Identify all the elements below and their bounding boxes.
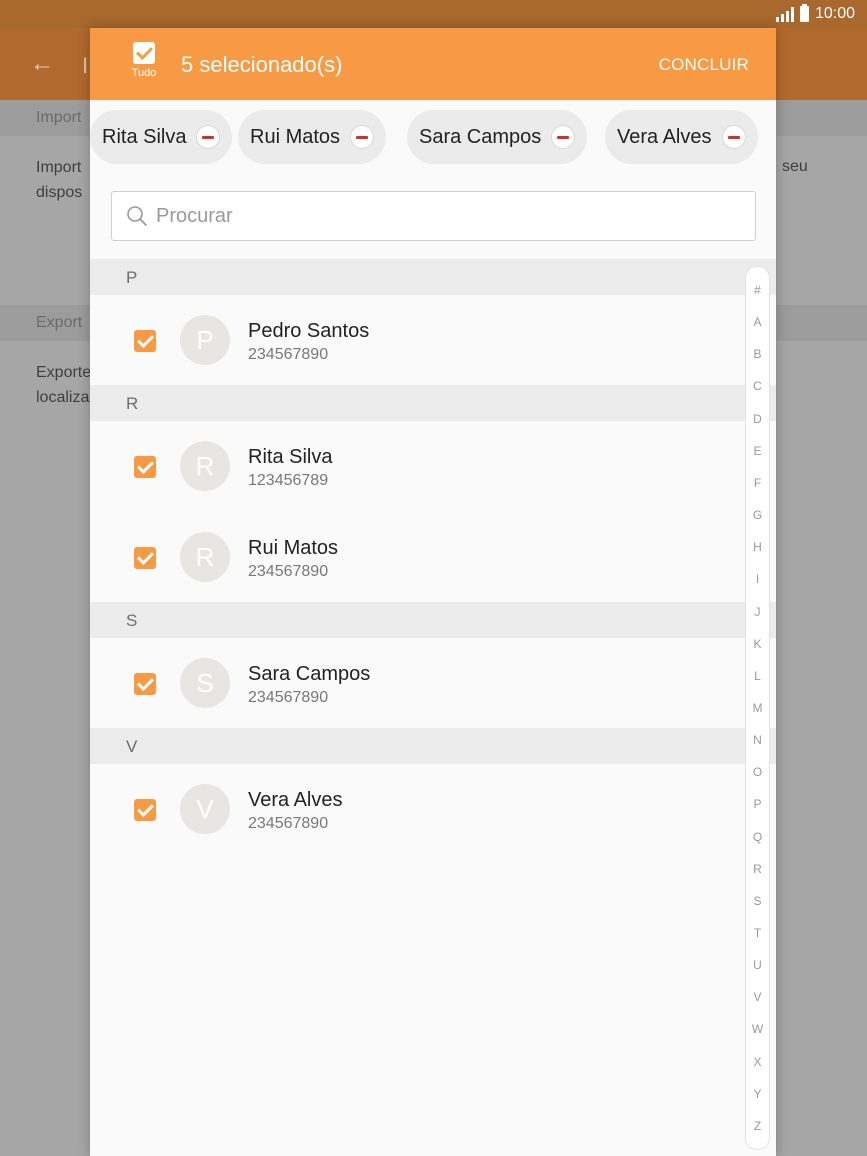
contact-name: Vera Alves: [248, 789, 343, 811]
index-letter-r[interactable]: R: [746, 862, 769, 876]
selected-count-title: 5 selecionado(s): [181, 52, 343, 77]
index-letter-i[interactable]: I: [746, 572, 769, 586]
search-icon: [127, 206, 147, 226]
contact-phone: 234567890: [248, 346, 329, 363]
index-letter-d[interactable]: D: [746, 412, 769, 426]
index-letter-hash[interactable]: #: [746, 283, 769, 297]
contact-checkbox[interactable]: [134, 799, 156, 821]
index-letter-o[interactable]: O: [746, 765, 769, 779]
contact-name: Rui Matos: [248, 537, 339, 559]
background-title: I: [82, 53, 89, 78]
section-header-v: V: [90, 728, 776, 764]
index-letter-m[interactable]: M: [746, 701, 769, 715]
signal-icon: [775, 6, 794, 22]
contact-checkbox[interactable]: [134, 673, 156, 695]
avatar: P: [180, 315, 230, 365]
index-letter-w[interactable]: W: [746, 1022, 769, 1036]
avatar: V: [180, 784, 230, 834]
back-arrow-icon: ←: [30, 50, 54, 77]
index-letter-k[interactable]: K: [746, 637, 769, 651]
avatar: R: [180, 441, 230, 491]
index-letter-b[interactable]: B: [746, 347, 769, 361]
avatar: S: [180, 658, 230, 708]
contact-checkbox[interactable]: [134, 456, 156, 478]
index-letter-e[interactable]: E: [746, 444, 769, 458]
remove-icon[interactable]: [551, 125, 576, 149]
remove-icon[interactable]: [196, 125, 221, 149]
avatar: R: [180, 532, 230, 582]
contact-name: Sara Campos: [248, 663, 371, 685]
index-letter-f[interactable]: F: [746, 476, 769, 490]
index-letter-u[interactable]: U: [746, 958, 769, 972]
contact-row-rui-matos[interactable]: R Rui Matos 234567890: [90, 512, 745, 602]
select-all-label: Tudo: [131, 67, 157, 79]
contact-row-sara-campos[interactable]: S Sara Campos 234567890: [90, 638, 745, 728]
chip-label: Vera Alves: [617, 125, 712, 148]
background-import-text: Import dispos: [36, 159, 83, 201]
background-export-text: Exporte localiza: [36, 364, 92, 406]
index-letter-c[interactable]: C: [746, 379, 769, 393]
contact-phone: 234567890: [248, 815, 329, 832]
index-letter-q[interactable]: Q: [746, 830, 769, 844]
index-letter-j[interactable]: J: [746, 605, 769, 619]
contact-row-rita-silva[interactable]: R Rita Silva 123456789: [90, 421, 745, 511]
contact-picker-dialog: Tudo 5 selecionado(s) CONCLUIR Rita Silv…: [90, 28, 776, 1156]
contact-row-pedro-santos[interactable]: P Pedro Santos 234567890: [90, 295, 745, 385]
contact-phone: 234567890: [248, 563, 329, 580]
contact-phone: 234567890: [248, 689, 329, 706]
index-letter-l[interactable]: L: [746, 669, 769, 683]
selected-chips-bar: Rita Silva Rui Matos Sara Campos Vera Al…: [90, 100, 776, 187]
chip-rita-silva[interactable]: Rita Silva: [90, 110, 233, 164]
chip-sara-campos[interactable]: Sara Campos: [407, 110, 588, 164]
index-letter-y[interactable]: Y: [746, 1087, 769, 1101]
background-import-text-right: seu: [782, 158, 808, 175]
chip-label: Rita Silva: [102, 125, 187, 148]
contact-checkbox[interactable]: [134, 330, 156, 352]
search-input[interactable]: [156, 204, 736, 228]
checkbox-checked-icon: [133, 42, 155, 64]
index-letter-s[interactable]: S: [746, 894, 769, 908]
section-header-r: R: [90, 385, 776, 421]
status-bar: 10:00: [0, 0, 867, 28]
contact-checkbox[interactable]: [134, 547, 156, 569]
index-letter-g[interactable]: G: [746, 508, 769, 522]
dialog-header: Tudo 5 selecionado(s) CONCLUIR: [90, 28, 776, 100]
contact-name: Pedro Santos: [248, 320, 370, 342]
chip-vera-alves[interactable]: Vera Alves: [605, 110, 758, 164]
chip-label: Rui Matos: [250, 125, 341, 148]
remove-icon[interactable]: [350, 125, 375, 149]
contact-name: Rita Silva: [248, 446, 333, 468]
chip-rui-matos[interactable]: Rui Matos: [238, 110, 387, 164]
section-header-p: P: [90, 259, 776, 295]
index-letter-z[interactable]: Z: [746, 1119, 769, 1133]
alphabet-index-scroller[interactable]: # A B C D E F G H I J K L M N O P Q R S T U V W X Y Z: [745, 266, 770, 1150]
chip-label: Sara Campos: [419, 125, 542, 148]
contact-phone: 123456789: [248, 472, 329, 489]
index-letter-n[interactable]: N: [746, 733, 769, 747]
contact-row-vera-alves[interactable]: V Vera Alves 234567890: [90, 764, 745, 854]
select-all-checkbox[interactable]: Tudo: [126, 42, 162, 79]
index-letter-a[interactable]: A: [746, 315, 769, 329]
index-letter-p[interactable]: P: [746, 797, 769, 811]
index-letter-t[interactable]: T: [746, 926, 769, 940]
index-letter-x[interactable]: X: [746, 1055, 769, 1069]
clock: 10:00: [814, 5, 855, 22]
index-letter-v[interactable]: V: [746, 990, 769, 1004]
search-box[interactable]: [111, 191, 756, 241]
index-letter-h[interactable]: H: [746, 540, 769, 554]
done-button[interactable]: CONCLUIR: [659, 55, 749, 75]
remove-icon[interactable]: [721, 125, 746, 149]
battery-icon: [799, 4, 809, 22]
section-header-s: S: [90, 602, 776, 638]
